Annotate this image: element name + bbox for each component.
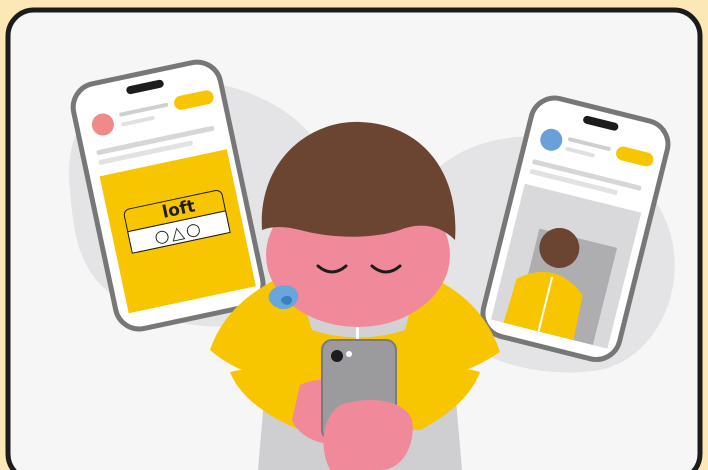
phone-flash [346, 351, 352, 357]
phone-camera-icon [331, 350, 343, 362]
illustration-scene: loft ○△○ [5, 7, 703, 470]
character-hand-right [323, 400, 413, 470]
